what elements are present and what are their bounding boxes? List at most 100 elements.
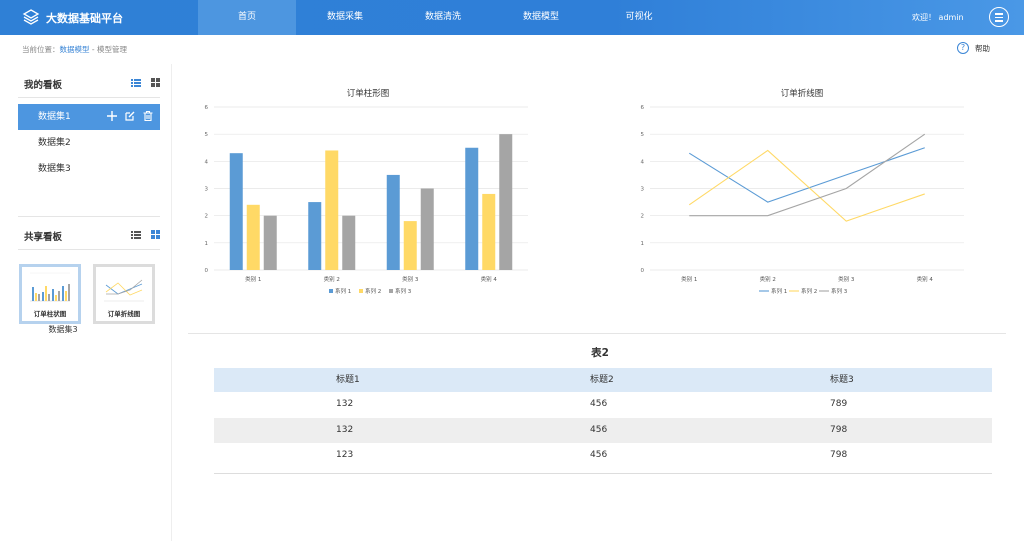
grid-view-icon[interactable] [151, 230, 160, 239]
y-tick-label: 4 [641, 159, 645, 165]
delete-icon[interactable] [142, 110, 154, 122]
y-tick-label: 0 [205, 268, 209, 274]
edit-icon[interactable] [124, 110, 136, 122]
list-view-icon[interactable] [131, 231, 141, 239]
welcome-user[interactable]: 欢迎！ admin [912, 12, 964, 23]
nav-data-cleaning[interactable]: 数据清洗 [394, 0, 492, 35]
top-bar: 大数据基础平台 首页 数据采集 数据清洗 数据模型 可视化 欢迎！ admin [0, 0, 1024, 35]
y-tick-label: 4 [205, 159, 209, 165]
table-header-row: 标题1 标题2 标题3 [214, 368, 992, 392]
add-icon[interactable] [106, 110, 118, 122]
legend-label: 系列 3 [831, 287, 848, 295]
bar [229, 153, 243, 270]
dataset-item-1[interactable]: 数据集1 [18, 104, 160, 130]
table-header-cell: 标题1 [336, 375, 360, 385]
table-cell: 132 [336, 424, 354, 435]
divider [18, 249, 160, 250]
table-cell: 123 [336, 450, 354, 460]
help-icon: ? [957, 42, 969, 54]
line-chart-thumbnail-icon [104, 279, 144, 302]
app-title: 大数据基础平台 [46, 12, 123, 25]
dataset-label: 数据集1 [38, 112, 71, 122]
table-cell: 456 [590, 399, 608, 409]
x-tick-label: 类别 2 [760, 275, 776, 283]
list-view-icon[interactable] [131, 79, 141, 87]
board-thumb-line[interactable]: 订单折线图 [93, 264, 155, 324]
y-tick-label: 3 [641, 187, 645, 193]
y-tick-label: 6 [205, 105, 209, 111]
x-tick-label: 类别 1 [245, 275, 261, 283]
bar [246, 204, 260, 270]
menu-icon[interactable] [989, 7, 1009, 27]
y-tick-label: 5 [641, 132, 645, 138]
table-bottom-border [214, 473, 992, 474]
breadcrumb-current: 模型管理 [96, 45, 127, 54]
thumb-label: 订单折线图 [107, 310, 141, 318]
y-tick-label: 1 [641, 241, 645, 247]
bar [325, 150, 339, 270]
dataset-item-2[interactable]: 数据集2 [18, 130, 160, 156]
line-chart: 0 1 2 3 4 5 6 类别 1 类别 2 类别 3 类别 4 系列 1 系列 2 系列 3 [641, 105, 964, 295]
breadcrumb-prefix: 当前位置： [22, 45, 60, 54]
dataset-actions [106, 110, 154, 122]
table-cell: 789 [830, 399, 848, 409]
table-cell: 132 [336, 399, 354, 409]
y-tick-label: 0 [641, 268, 645, 274]
layers-logo-icon [22, 9, 40, 25]
divider [18, 97, 160, 98]
legend-label: 系列 1 [335, 287, 351, 295]
legend-label: 系列 2 [365, 287, 381, 295]
help-button[interactable]: ? 帮助 [957, 42, 990, 54]
y-tick-label: 5 [205, 132, 209, 138]
dataset-label: 数据集3 [38, 164, 71, 174]
line-chart-title: 订单折线图 [780, 89, 824, 99]
table-header-cell: 标题3 [830, 375, 854, 385]
x-tick-label: 类别 3 [838, 275, 855, 283]
table-cell: 456 [590, 450, 608, 460]
table-row: 132 456 789 [214, 392, 992, 418]
bar [263, 215, 277, 270]
help-label: 帮助 [975, 43, 990, 53]
legend-swatch [389, 289, 393, 293]
nav-home[interactable]: 首页 [198, 0, 296, 35]
bar [386, 174, 400, 270]
bar-chart-thumbnail-icon [30, 272, 70, 302]
x-tick-label: 类别 2 [324, 275, 340, 283]
x-tick-label: 类别 4 [917, 275, 934, 283]
bar [308, 202, 322, 270]
table-title: 表2 [591, 347, 609, 359]
legend-label: 系列 3 [395, 287, 412, 295]
table-cell: 798 [830, 424, 848, 435]
bar [403, 221, 417, 270]
breadcrumb-link[interactable]: 数据模型 [60, 45, 90, 54]
bar [499, 134, 513, 270]
breadcrumb: 当前位置：数据模型 - 模型管理 [22, 44, 127, 55]
table-row: 123 456 798 [214, 443, 992, 469]
board-thumb-bar[interactable]: 订单柱状图 [19, 264, 81, 324]
breadcrumb-sep: - [89, 45, 97, 54]
y-tick-label: 1 [205, 241, 209, 247]
legend-label: 系列 2 [801, 287, 817, 295]
series-line [688, 147, 925, 203]
nav-data-collection[interactable]: 数据采集 [296, 0, 394, 35]
y-tick-label: 6 [641, 105, 645, 111]
section-divider [188, 333, 1006, 334]
nav-visualization[interactable]: 可视化 [590, 0, 688, 35]
legend-swatch [359, 289, 363, 293]
dataset-item-3[interactable]: 数据集3 [18, 156, 160, 182]
x-tick-label: 类别 1 [681, 275, 697, 283]
table-cell: 798 [830, 450, 848, 460]
x-tick-label: 类别 3 [402, 275, 419, 283]
main-nav: 首页 数据采集 数据清洗 数据模型 可视化 [198, 0, 688, 35]
table-row: 132 456 798 [214, 417, 992, 443]
grid-view-icon[interactable] [151, 78, 160, 87]
legend-swatch [329, 289, 333, 293]
divider [18, 216, 160, 217]
x-tick-label: 类别 4 [481, 275, 498, 283]
y-tick-label: 3 [205, 187, 209, 193]
nav-data-model[interactable]: 数据模型 [492, 0, 590, 35]
table-header-cell: 标题2 [590, 375, 614, 385]
bar-chart: 0 1 2 3 4 5 6 类别 1 类别 2 类别 3 类别 4 系列 1 系列 2 系列 3 [205, 105, 528, 295]
legend-label: 系列 1 [771, 287, 787, 295]
bar [342, 215, 356, 270]
